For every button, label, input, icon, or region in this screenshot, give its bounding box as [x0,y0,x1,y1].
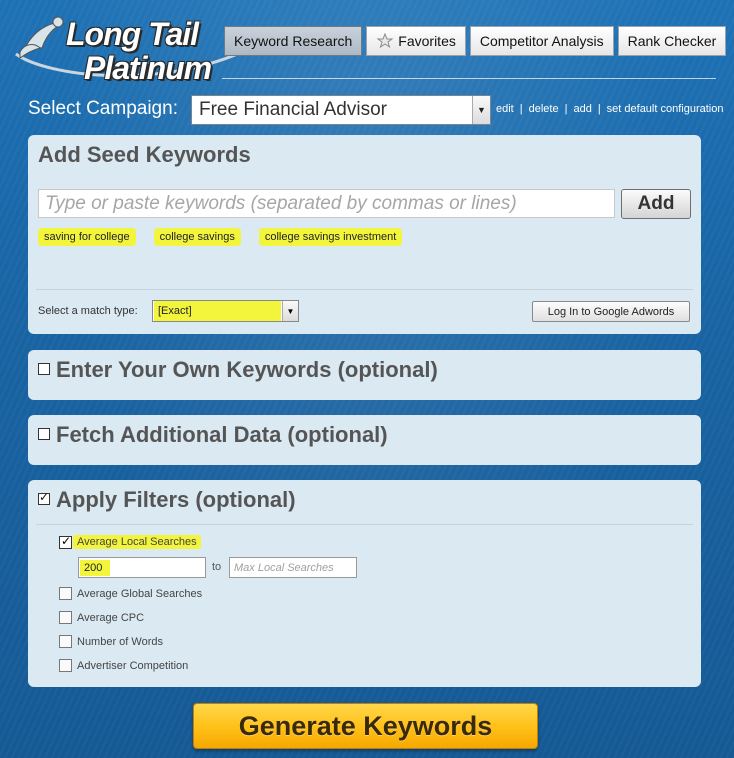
filter-label: Average Local Searches [73,535,201,549]
edit-link[interactable]: edit [496,103,514,115]
campaign-select[interactable]: Free Financial Advisor ▼ [191,95,491,125]
tab-competitor-analysis[interactable]: Competitor Analysis [469,26,614,56]
seed-keywords-panel: Add Seed Keywords Type or paste keywords… [28,135,701,334]
tab-favorites[interactable]: Favorites [366,26,466,56]
campaign-label: Select Campaign: [28,98,178,119]
app-logo: Long Tail Platinum [6,6,246,88]
own-keywords-checkbox[interactable] [38,363,50,376]
fetch-data-title[interactable]: Fetch Additional Data (optional) [38,422,388,448]
filter-checkbox[interactable] [59,534,72,549]
filters-panel: Apply Filters (optional) Average Local S… [28,480,701,687]
min-value: 200 [80,559,111,576]
filter-label: Advertiser Competition [77,659,189,672]
filter-label: Average Global Searches [77,587,203,600]
range-to-label: to [212,561,222,573]
favorites-icon [376,32,394,49]
filter-number-of-words[interactable]: Number of Words [59,635,163,648]
own-keywords-panel[interactable]: Enter Your Own Keywords (optional) [28,350,701,400]
fetch-data-label: Fetch Additional Data (optional) [56,422,388,447]
campaign-selected-value: Free Financial Advisor [199,99,387,120]
filters-title[interactable]: Apply Filters (optional) [38,487,296,513]
filters-label: Apply Filters (optional) [56,487,296,512]
divider [36,289,693,290]
chevron-down-icon[interactable]: ▼ [472,96,490,124]
header-divider [222,78,716,79]
add-button[interactable]: Add [621,189,691,219]
chevron-down-icon[interactable]: ▼ [282,301,298,321]
filters-checkbox[interactable] [38,490,50,506]
filter-checkbox[interactable] [59,611,72,624]
tab-label: Rank Checker [627,33,717,49]
own-keywords-title[interactable]: Enter Your Own Keywords (optional) [38,357,438,383]
filter-label: Average CPC [77,611,145,624]
filter-average-global-searches[interactable]: Average Global Searches [59,587,202,600]
filter-advertiser-competition[interactable]: Advertiser Competition [59,659,188,672]
seed-keyword-chip[interactable]: college savings investment [258,228,403,246]
match-type-label: Select a match type: [38,305,138,317]
tab-keyword-research[interactable]: Keyword Research [224,26,363,56]
divider [36,524,693,525]
main-tabs: Keyword Research Favorites Competitor An… [224,26,727,56]
seed-keyword-chip[interactable]: college savings [153,228,241,246]
filter-average-cpc[interactable]: Average CPC [59,611,144,624]
filter-label: Number of Words [77,635,163,648]
seed-keywords-title: Add Seed Keywords [38,142,251,167]
own-keywords-label: Enter Your Own Keywords (optional) [56,357,438,382]
min-local-searches-input[interactable]: 200 [78,557,206,578]
tab-label: Keyword Research [234,33,353,49]
tab-label: Competitor Analysis [479,33,604,49]
max-local-searches-input[interactable]: Max Local Searches [229,557,357,578]
filter-average-local-searches[interactable]: Average Local Searches [59,534,201,549]
keyword-input[interactable]: Type or paste keywords (separated by com… [38,189,615,218]
filter-checkbox[interactable] [59,587,72,600]
delete-link[interactable]: delete [529,103,559,115]
logo-line-1: Long Tail [66,16,199,52]
seed-keyword-list: saving for college college savings colle… [38,228,403,246]
match-type-value: [Exact] [154,301,281,321]
fetch-data-checkbox[interactable] [38,428,50,441]
fetch-data-panel[interactable]: Fetch Additional Data (optional) [28,415,701,465]
filter-checkbox[interactable] [59,635,72,648]
generate-keywords-button[interactable]: Generate Keywords [193,703,538,749]
add-link[interactable]: add [573,103,591,115]
match-type-select[interactable]: [Exact] ▼ [152,300,299,322]
tab-rank-checker[interactable]: Rank Checker [617,26,727,56]
filter-checkbox[interactable] [59,659,72,672]
logo-line-2: Platinum [84,50,212,86]
tab-label: Favorites [398,33,456,49]
seed-keyword-chip[interactable]: saving for college [38,228,136,246]
campaign-links: edit | delete | add | set default configuratio… [496,103,724,115]
login-adwords-button[interactable]: Log In to Google Adwords [532,301,690,322]
set-default-configuration-link[interactable]: set default configuration [607,103,724,115]
